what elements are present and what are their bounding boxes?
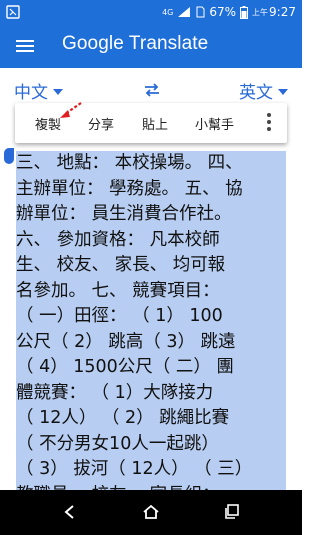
source-text-line: 六、 參加資格： 凡本校師 [16, 227, 286, 253]
screen: 4G 67% 上午 9:27 Google Translate 中文 英文 複製… [0, 0, 302, 535]
source-text-line: （ 一）田徑： （ 1） 100 [16, 304, 286, 330]
source-language-label: 中文 [14, 83, 48, 103]
home-icon[interactable] [141, 502, 161, 522]
target-language-selector[interactable]: 英文 [239, 78, 288, 103]
app-title: Google Translate [62, 33, 209, 54]
recents-icon[interactable] [222, 502, 242, 522]
source-text-line: 體競賽： （ 1）大隊接力 [16, 380, 286, 406]
status-indicators: 4G 67% 上午 9:27 [162, 3, 296, 21]
source-text-line: 教職員、 校友、 家長組： [16, 482, 286, 490]
translate-notification-icon [6, 4, 20, 19]
share-button[interactable]: 分享 [88, 114, 114, 133]
network-type: 4G [162, 7, 174, 17]
selection-handle[interactable] [4, 148, 14, 164]
source-text-line: （ 3） 拔河（ 12人） （ 三） [16, 457, 286, 483]
source-text-line: （ 4） 1500公尺（ 二） 團 [16, 355, 286, 381]
source-text-line: 三、 地點： 本校操場。 四、 [16, 151, 286, 177]
source-text-line: 主辦單位： 學務處。 五、 協 [16, 176, 286, 202]
time-prefix: 上午 [252, 7, 269, 17]
source-text-line: 辦單位： 員生消費合作社。 [16, 202, 286, 228]
source-text-line: 生、 校友、 家長、 均可報 [16, 253, 286, 279]
battery-icon [240, 5, 249, 19]
status-bar: 4G 67% 上午 9:27 [0, 0, 302, 24]
target-language-label: 英文 [239, 83, 273, 103]
assist-button[interactable]: 小幫手 [195, 114, 234, 133]
source-text-line: 公尺（ 2） 跳高（ 3） 跳遠 [16, 329, 286, 355]
source-text-line: 名參加。 七、 競賽項目： [16, 278, 286, 304]
clock: 9:27 [269, 5, 296, 19]
source-text-line: （ 不分男女10人一起跳） [16, 431, 286, 457]
source-text[interactable]: 三、 地點： 本校操場。 四、 主辦單位： 學務處。 五、 協辦單位： 員生消費合… [16, 151, 286, 490]
back-icon[interactable] [60, 502, 80, 522]
source-text-area[interactable]: 三、 地點： 本校操場。 四、 主辦單位： 學務處。 五、 協辦單位： 員生消費合… [0, 143, 302, 490]
app-bar: Google Translate [0, 24, 302, 68]
annotation-arrow [60, 102, 82, 118]
battery-percent: 67% [209, 5, 237, 19]
no-sim-icon [196, 6, 205, 18]
signal-icon [178, 7, 191, 17]
swap-icon[interactable] [142, 80, 162, 100]
menu-icon[interactable] [14, 35, 36, 57]
dropdown-caret-icon [278, 89, 288, 95]
source-text-line: （ 12人） （ 2） 跳繩比賽 [16, 406, 286, 432]
paste-button[interactable]: 貼上 [142, 114, 168, 133]
more-vert-icon[interactable] [267, 113, 273, 133]
navigation-bar [0, 490, 302, 535]
dropdown-caret-icon [53, 89, 63, 95]
